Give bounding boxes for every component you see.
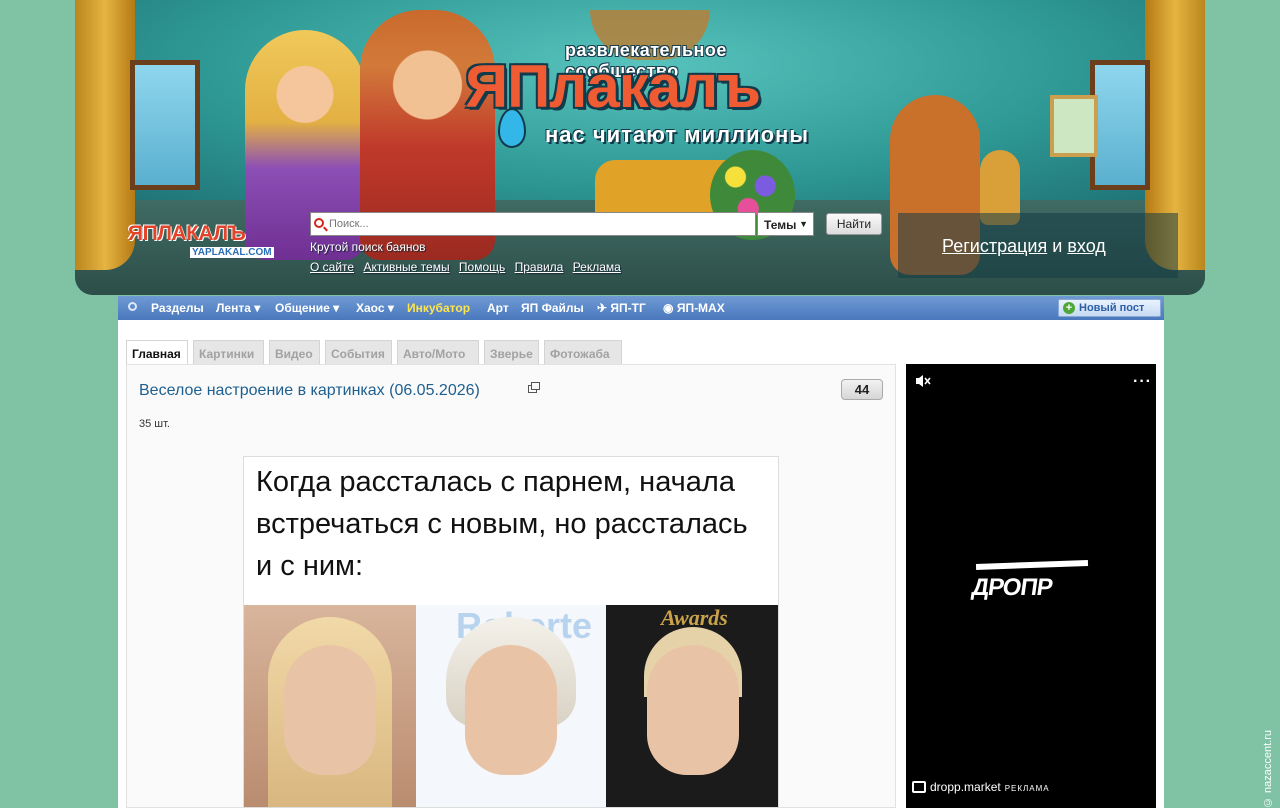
tab-photoshop[interactable]: Фотожаба bbox=[544, 340, 622, 365]
window-left bbox=[130, 60, 200, 190]
nav-chaos[interactable]: Хаос ▾ bbox=[356, 301, 394, 315]
meme-caption: Когда рассталась с парнем, начала встреч… bbox=[256, 466, 748, 582]
link-ads[interactable]: Реклама bbox=[573, 260, 621, 274]
window-right bbox=[1090, 60, 1150, 190]
nav-art[interactable]: Арт bbox=[487, 301, 509, 315]
tab-video[interactable]: Видео bbox=[269, 340, 320, 365]
link-rules[interactable]: Правила bbox=[515, 260, 564, 274]
search-input[interactable] bbox=[310, 212, 756, 236]
ad-logo-stripe bbox=[975, 560, 1089, 570]
watermark: © nazaccent.ru bbox=[1262, 729, 1274, 808]
tab-animals[interactable]: Зверье bbox=[484, 340, 539, 365]
nav-telegram[interactable]: ✈ ЯП-ТГ bbox=[597, 301, 646, 315]
store-icon bbox=[912, 781, 926, 793]
ad-site: dropp.market bbox=[930, 780, 1001, 794]
nav-max[interactable]: ◉ ЯП-MAX bbox=[663, 301, 725, 315]
header-links: О сайте Активные темы Помощь Правила Рек… bbox=[310, 260, 627, 274]
nav-feed[interactable]: Лента ▾ bbox=[216, 301, 260, 315]
new-window-icon[interactable] bbox=[528, 382, 540, 393]
search-icon bbox=[314, 218, 324, 228]
search-scope-select[interactable]: Темы ▼ bbox=[757, 212, 814, 236]
tab-auto[interactable]: Авто/Мото bbox=[397, 340, 479, 365]
small-logo-word: ЯПЛАКАЛЪ bbox=[128, 222, 246, 245]
main-nav: Разделы Лента ▾ Общение ▾ Хаос ▾ Инкубат… bbox=[118, 296, 1164, 320]
search-button[interactable]: Найти bbox=[826, 213, 882, 235]
nav-sections[interactable]: Разделы bbox=[151, 301, 204, 315]
photo-shaved: Awards bbox=[606, 605, 778, 807]
ad-label: РЕКЛАМА bbox=[1004, 784, 1050, 793]
home-icon[interactable] bbox=[128, 302, 137, 311]
peace-picture bbox=[1050, 95, 1098, 157]
photo-long-hair bbox=[244, 605, 416, 807]
nav-files[interactable]: ЯП Файлы bbox=[521, 301, 584, 315]
mute-icon[interactable] bbox=[914, 373, 932, 389]
curtain-left bbox=[75, 0, 135, 270]
drop-icon bbox=[498, 108, 526, 148]
comments-count[interactable]: 44 bbox=[841, 379, 883, 400]
link-about[interactable]: О сайте bbox=[310, 260, 354, 274]
meme-image[interactable]: Когда рассталась с парнем, начала встреч… bbox=[243, 456, 779, 808]
link-help[interactable]: Помощь bbox=[459, 260, 505, 274]
logo-slogan: нас читают миллионы bbox=[545, 122, 810, 147]
face-shape bbox=[647, 645, 739, 775]
site-logo[interactable]: развлекательное сообщество ЯПлакалъ нас … bbox=[465, 40, 845, 160]
search-bar: Темы ▼ Найти bbox=[310, 212, 885, 238]
auth-and: и bbox=[1052, 236, 1063, 256]
nav-chat[interactable]: Общение ▾ bbox=[275, 301, 339, 315]
nav-max-label: ЯП-MAX bbox=[676, 301, 725, 315]
login-link[interactable]: вход bbox=[1067, 236, 1105, 256]
search-scope-label: Темы bbox=[764, 218, 797, 232]
link-active-topics[interactable]: Активные темы bbox=[363, 260, 449, 274]
search-hint-link[interactable]: Крутой поиск баянов bbox=[310, 240, 426, 254]
register-link[interactable]: Регистрация bbox=[942, 236, 1047, 256]
face-shape bbox=[465, 645, 557, 775]
small-logo[interactable]: ЯПЛАКАЛЪ YAPLAKAL.COM bbox=[128, 222, 293, 264]
new-post-button[interactable]: + Новый пост bbox=[1058, 299, 1161, 317]
post-image-count: 35 шт. bbox=[139, 418, 170, 430]
telegram-icon: ✈ bbox=[597, 301, 611, 315]
max-icon: ◉ bbox=[663, 301, 677, 315]
ad-logo-word: ДРОПР bbox=[970, 574, 1054, 601]
more-options-icon[interactable]: ··· bbox=[1133, 373, 1152, 391]
ad-logo: ДРОПР bbox=[968, 558, 1092, 604]
small-logo-url: YAPLAKAL.COM bbox=[190, 247, 274, 258]
chevron-down-icon: ▼ bbox=[799, 219, 808, 229]
photo-short-hair: Roberte bbox=[416, 605, 606, 807]
face-shape bbox=[284, 645, 376, 775]
tab-main[interactable]: Главная bbox=[126, 340, 188, 365]
tab-events[interactable]: События bbox=[325, 340, 392, 365]
ad-footer[interactable]: dropp.market РЕКЛАМА bbox=[912, 780, 1050, 794]
nav-incubator[interactable]: Инкубатор bbox=[407, 301, 470, 315]
auth-links: Регистрация и вход bbox=[942, 236, 1106, 257]
nav-telegram-label: ЯП-ТГ bbox=[610, 301, 646, 315]
tab-pictures[interactable]: Картинки bbox=[193, 340, 264, 365]
post-title[interactable]: Веселое настроение в картинках (06.05.20… bbox=[139, 382, 480, 400]
new-post-label: Новый пост bbox=[1079, 302, 1145, 314]
plus-icon: + bbox=[1063, 302, 1075, 314]
